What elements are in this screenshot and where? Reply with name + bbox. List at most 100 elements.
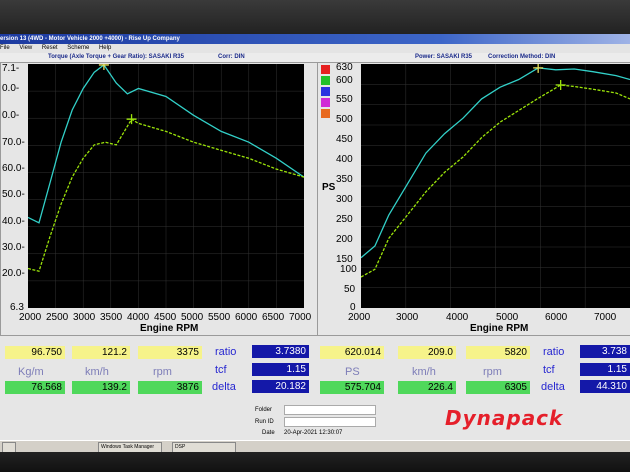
ylabel-right: PS: [322, 182, 336, 193]
xtick-left: 5000: [181, 312, 204, 323]
xtick-left: 2500: [46, 312, 69, 323]
unit-rpm-left: rpm: [153, 366, 172, 378]
ytick-right: 600: [336, 75, 353, 86]
delta-value-left[interactable]: 20.182: [252, 380, 309, 393]
runid-label: Run ID: [255, 419, 274, 425]
ytick-right: 200: [336, 234, 353, 245]
speed-at-power-max: 209.0: [398, 346, 456, 359]
rpm-at-power-max: 5820: [466, 346, 530, 359]
unit-rpm-right: rpm: [483, 366, 502, 378]
menu-scheme[interactable]: Scheme: [67, 45, 89, 51]
ytick-left: 50.0-: [2, 189, 25, 200]
xtick-right: 5000: [496, 312, 519, 323]
ratio-value-left[interactable]: 3.7380: [252, 345, 309, 358]
torque-plot: [27, 59, 305, 308]
peak-marker-secondary[interactable]: [555, 80, 566, 91]
ratio-value-right[interactable]: 3.738: [580, 345, 630, 358]
ytick-left: 30.0-: [2, 242, 25, 253]
monitor-bezel-bottom: [0, 452, 630, 472]
window-title: ersion 13 (4WD - Motor Vehicle 2000 +400…: [0, 34, 630, 44]
xtick-right: 3000: [396, 312, 419, 323]
unit-torque: Kg/m: [18, 366, 44, 378]
legend-swatch-green[interactable]: [321, 76, 330, 85]
menu-reset[interactable]: Reset: [42, 45, 58, 51]
ytick-right: 630: [336, 62, 353, 73]
xtick-right: 6000: [545, 312, 568, 323]
xtick-left: 3000: [73, 312, 96, 323]
rpm-at-torque-max: 3375: [138, 346, 202, 359]
menu-help[interactable]: Help: [99, 45, 111, 51]
ytick-left: 0.0-: [2, 110, 20, 121]
xlabel-left: Engine RPM: [140, 323, 199, 334]
ytick-right: 50: [344, 284, 356, 295]
xtick-right: 7000: [594, 312, 617, 323]
folder-label: Folder: [255, 407, 273, 413]
runid-field[interactable]: [284, 417, 376, 427]
monitor-screen: ersion 13 (4WD - Motor Vehicle 2000 +400…: [0, 0, 630, 472]
ytick-right: 300: [336, 194, 353, 205]
tcf-value-left[interactable]: 1.15: [252, 363, 309, 376]
xtick-left: 7000: [289, 312, 312, 323]
xlabel-right: Engine RPM: [470, 323, 529, 334]
xtick-left: 4500: [154, 312, 177, 323]
date-label: Date: [262, 430, 275, 436]
peak-marker-primary[interactable]: [533, 62, 544, 73]
chart-header: Torque (Axle Torque + Gear Ratio): SASAK…: [0, 53, 630, 62]
xtick-left: 3500: [100, 312, 123, 323]
power-secondary-value: 575.704: [320, 381, 384, 394]
torque-corr: Corr: DIN: [218, 54, 245, 60]
tcf-value-right[interactable]: 1.15: [580, 363, 630, 376]
xtick-left: 2000: [19, 312, 42, 323]
legend-swatch-magenta[interactable]: [321, 98, 330, 107]
torque-secondary-value: 76.568: [5, 381, 65, 394]
torque-header: Torque (Axle Torque + Gear Ratio): SASAK…: [48, 54, 184, 60]
unit-speed-right: km/h: [412, 366, 436, 378]
rpm-at-power-secondary: 6305: [466, 381, 530, 394]
dynapack-logo: Dynapack: [445, 406, 564, 430]
menu-view[interactable]: View: [19, 45, 32, 51]
legend-swatch-red[interactable]: [321, 65, 330, 74]
delta-label-left: delta: [212, 381, 236, 393]
delta-value-right[interactable]: 44.310: [580, 380, 630, 393]
ytick-left: 20.0-: [2, 268, 25, 279]
power-max-value: 620.014: [320, 346, 384, 359]
ytick-right: 450: [336, 134, 353, 145]
delta-label-right: delta: [541, 381, 565, 393]
ytick-left: 40.0-: [2, 216, 25, 227]
xtick-left: 6000: [235, 312, 258, 323]
power-header: Power: SASAKI R35: [415, 54, 473, 60]
power-chart-svg: [360, 62, 630, 308]
unit-speed-left: km/h: [85, 366, 109, 378]
ytick-left: 60.0-: [2, 163, 25, 174]
ytick-right: 250: [336, 214, 353, 225]
ytick-right: 400: [336, 154, 353, 165]
peak-marker-secondary[interactable]: [126, 114, 137, 125]
speed-at-torque-secondary: 139.2: [72, 381, 130, 394]
rpm-at-torque-secondary: 3876: [138, 381, 202, 394]
xtick-left: 6500: [262, 312, 285, 323]
speed-at-power-secondary: 226.4: [398, 381, 456, 394]
monitor-bezel-top: [0, 0, 630, 34]
ytick-left: 0.0-: [2, 83, 20, 94]
xtick-left: 5500: [208, 312, 231, 323]
torque-chart-svg: [27, 59, 305, 308]
folder-field[interactable]: [284, 405, 376, 415]
ratio-label-left: ratio: [215, 346, 237, 358]
tcf-label-left: tcf: [215, 364, 227, 376]
speed-at-torque-max: 121.2: [72, 346, 130, 359]
power-plot: [360, 62, 630, 308]
xtick-right: 4000: [446, 312, 469, 323]
ytick-right: 500: [336, 114, 353, 125]
date-value: 20-Apr-2021 12:30:07: [284, 430, 343, 436]
menu-file[interactable]: File: [0, 45, 10, 51]
legend-swatch-orange[interactable]: [321, 109, 330, 118]
ytick-right: 550: [336, 94, 353, 105]
unit-power: PS: [345, 366, 360, 378]
xtick-left: 4000: [127, 312, 150, 323]
tcf-label-right: tcf: [543, 364, 555, 376]
ytick-left: 7.1-: [2, 63, 20, 74]
ytick-left: 70.0-: [2, 137, 25, 148]
ytick-right: 350: [336, 174, 353, 185]
ytick-right: 100: [340, 264, 357, 275]
legend-swatch-blue[interactable]: [321, 87, 330, 96]
